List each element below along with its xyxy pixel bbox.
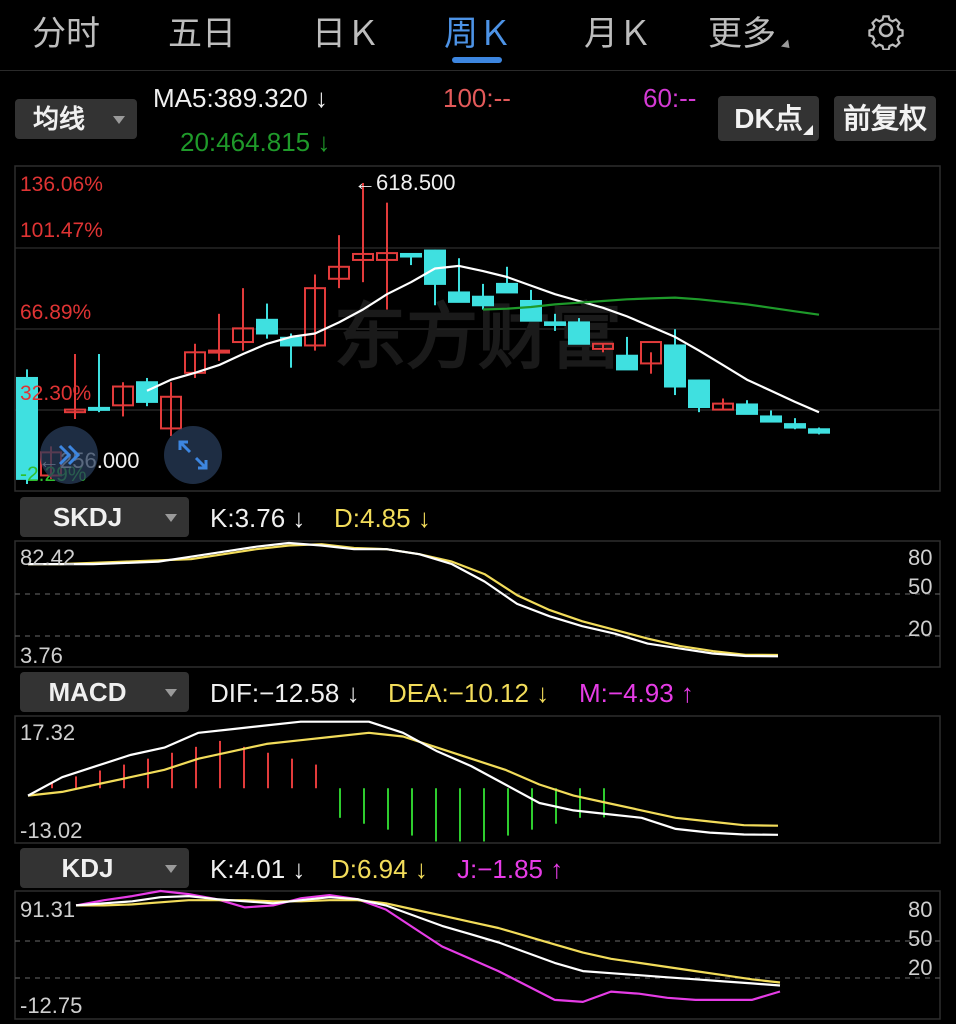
macd-dea-line (27, 731, 779, 827)
skdj-max-label: 82.42 (20, 545, 76, 570)
kdj-d-value: D:6.94 ↓ (331, 854, 428, 884)
candle-down (496, 282, 518, 294)
kdj-max-label: 91.31 (20, 897, 76, 922)
candle-down (448, 291, 470, 303)
skdj-selector-label: SKDJ (52, 502, 123, 532)
pct-label-1: 136.06% (20, 173, 103, 196)
candle-down (616, 354, 638, 371)
macd-min-label: -13.02 (20, 818, 83, 843)
candle-down (664, 344, 686, 388)
skdj-k-value: K:3.76 ↓ (210, 503, 306, 533)
high-price-value: 618.500 (376, 170, 456, 195)
fullscreen-button[interactable] (164, 426, 222, 484)
skdj-selector-dropdown[interactable]: SKDJ (20, 497, 189, 537)
skdj-level-20: 20 (908, 616, 933, 641)
double-chevron-right-icon (58, 444, 81, 466)
chevron-down-icon (165, 689, 177, 697)
kdj-j-value: J:−1.85 ↑ (457, 854, 564, 884)
chevron-down-icon (165, 865, 177, 873)
candle-down (136, 381, 158, 403)
kdj-j-line (75, 889, 781, 1004)
macd-dea-value: DEA:−10.12 ↓ (388, 678, 550, 708)
macd-m-value: M:−4.93 ↑ (579, 678, 694, 708)
expand-arrows-icon (178, 440, 208, 470)
skdj-level-80: 80 (908, 545, 933, 570)
candle-down (544, 321, 566, 326)
candle-down (472, 295, 494, 307)
candle-down (760, 415, 782, 423)
skdj-level-50: 50 (908, 574, 933, 599)
candle-down (400, 252, 422, 258)
pct-label-2: 101.47% (20, 219, 103, 242)
candle-down (688, 379, 710, 409)
kdj-k-value: K:4.01 ↓ (210, 854, 306, 884)
skdj-d-line (28, 543, 779, 657)
pct-label-4: 32.30% (20, 382, 92, 405)
macd-selector-dropdown[interactable]: MACD (20, 672, 189, 712)
kdj-min-label: -12.75 (20, 993, 83, 1018)
kdj-level-20: 20 (908, 955, 933, 980)
kdj-selector-dropdown[interactable]: KDJ (20, 848, 189, 888)
candle-down (520, 299, 542, 322)
candle-down (568, 321, 590, 345)
macd-dif-line (27, 720, 779, 836)
candle-down (784, 423, 806, 429)
kdj-level-80: 80 (908, 897, 933, 922)
chevron-down-icon (165, 514, 177, 522)
candle-down (808, 428, 830, 434)
candle-down (256, 318, 278, 335)
candle-up (208, 349, 230, 354)
candle-down (88, 406, 110, 411)
kdj-selector-label: KDJ (61, 853, 114, 883)
macd-selector-label: MACD (48, 677, 127, 707)
macd-dif-value: DIF:−12.58 ↓ (210, 678, 360, 708)
macd-max-label: 17.32 (20, 720, 76, 745)
skdj-d-value: D:4.85 ↓ (334, 503, 431, 533)
candle-down (736, 403, 758, 415)
high-price-annotation: ←618.500 (354, 170, 456, 195)
pct-label-3: 66.89% (20, 301, 92, 324)
collapse-panel-button[interactable] (40, 426, 98, 484)
kdj-level-50: 50 (908, 926, 933, 951)
skdj-min-label: 3.76 (20, 643, 63, 668)
